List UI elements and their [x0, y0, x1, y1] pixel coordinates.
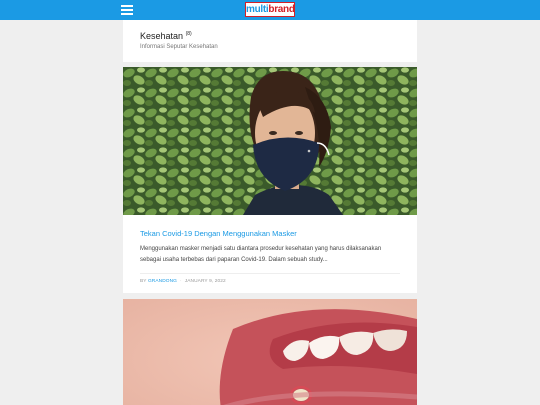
post-title-link[interactable]: Tekan Covid-19 Dengan Menggunakan Masker	[140, 229, 297, 238]
author-prefix: BY	[140, 279, 147, 284]
post-excerpt: Menggunakan masker menjadi satu diantara…	[140, 246, 382, 263]
post-thumbnail-mouth-ulcer[interactable]	[123, 299, 417, 405]
top-navigation-bar: multibrand	[0, 0, 540, 20]
logo-text-brand: brand	[268, 4, 295, 15]
meta-separator: ·	[180, 279, 182, 284]
post-card: Tekan Covid-19 Dengan Menggunakan Masker…	[123, 67, 417, 293]
hamburger-menu-icon[interactable]	[121, 5, 133, 15]
logo-text-multi: multi	[246, 4, 269, 15]
category-title: Kesehatan (8)	[140, 31, 192, 41]
post-card	[123, 299, 417, 405]
post-meta: BY GRANDONG · JANUARY 9, 2022	[140, 279, 226, 284]
category-title-text: Kesehatan	[140, 31, 184, 41]
post-thumbnail-masked-woman[interactable]	[123, 67, 417, 215]
site-logo[interactable]: multibrand	[245, 2, 295, 17]
post-divider	[140, 273, 400, 274]
category-header: Kesehatan (8) Informasi Seputar Kesehata…	[123, 20, 417, 62]
category-description: Informasi Seputar Kesehatan	[140, 44, 218, 50]
post-author-link[interactable]: GRANDONG	[148, 279, 177, 284]
category-post-count: (8)	[185, 31, 192, 37]
post-date: JANUARY 9, 2022	[184, 279, 226, 284]
